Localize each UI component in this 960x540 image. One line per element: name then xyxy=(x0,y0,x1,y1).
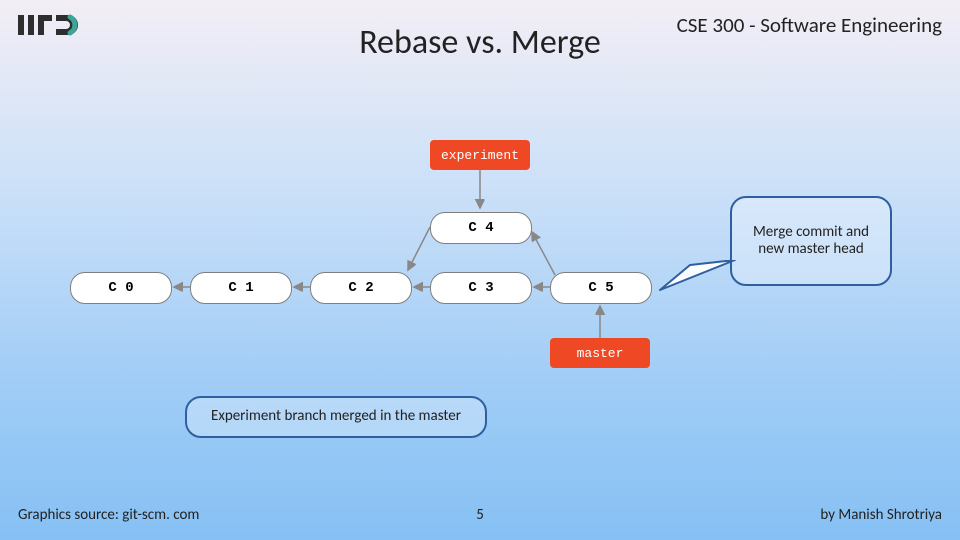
callout-merge-head: Merge commit and new master head xyxy=(730,196,892,286)
callout-merge-head-text: Merge commit and new master head xyxy=(746,224,876,259)
diagram-arrows xyxy=(0,130,760,390)
callout-merge-head-pointer xyxy=(650,260,740,300)
footer-author: by Manish Shrotriya xyxy=(820,506,942,524)
footer-page-number: 5 xyxy=(0,506,960,524)
callout-experiment-merged: Experiment branch merged in the master xyxy=(185,396,487,438)
slide-title: Rebase vs. Merge xyxy=(0,22,960,63)
callout-experiment-merged-text: Experiment branch merged in the master xyxy=(211,408,461,425)
